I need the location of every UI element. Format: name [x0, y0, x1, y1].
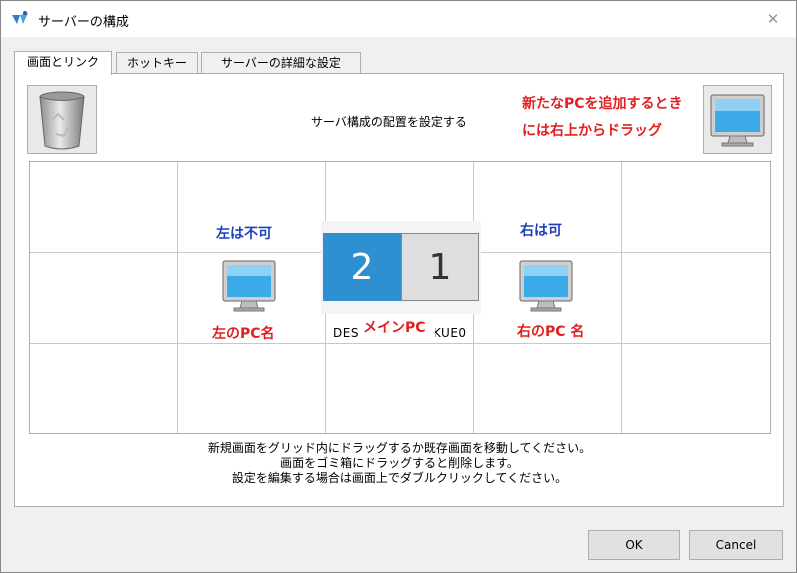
window-title: サーバーの構成 [38, 15, 129, 30]
network-app-icon [12, 11, 28, 24]
left-pc-monitor-icon[interactable] [220, 258, 278, 316]
annotation-right-allowed: 右は可 [520, 223, 562, 239]
monitor-icon [710, 94, 765, 147]
screen-number: 2 [350, 246, 374, 288]
screen-1[interactable]: 1 [401, 233, 479, 301]
tab-label: ホットキー [126, 56, 187, 70]
trash-button[interactable] [27, 85, 97, 154]
tab-screens-and-links[interactable]: 画面とリンク [14, 51, 112, 75]
ok-button-label: OK [625, 538, 643, 552]
close-button[interactable]: ✕ [750, 1, 796, 37]
title-bar[interactable]: サーバーの構成 ✕ [1, 1, 796, 37]
tab-hotkeys[interactable]: ホットキー [116, 52, 198, 74]
cancel-button-label: Cancel [715, 538, 757, 552]
annotation-main-pc: メインPC [363, 320, 426, 336]
close-icon: ✕ [766, 10, 780, 28]
screen-number: 1 [428, 246, 452, 288]
annotation-add-line1: 新たなPCを追加するとき [522, 96, 683, 112]
grid-line [30, 343, 770, 344]
server-config-window: サーバーの構成 ✕ 画面とリンク ホットキー サーバーの詳細な設定 サーバ構成の… [0, 0, 797, 573]
annotation-left-disallowed: 左は不可 [216, 226, 272, 242]
grid-line [621, 162, 622, 433]
cancel-button[interactable]: Cancel [689, 530, 783, 560]
add-pc-source[interactable] [703, 85, 772, 154]
main-pc-name-suffix: KUE0 [433, 326, 467, 340]
annotation-right-pc-name: 右のPC 名 [517, 324, 585, 340]
main-pc-name-prefix: DES [333, 326, 359, 340]
help-line-1: 新規画面をグリッド内にドラッグするか既存画面を移動してください。 [207, 441, 592, 455]
help-line-3: 設定を編集する場合は画面上でダブルクリックしてください。 [231, 471, 568, 485]
annotation-add-line2: には右上からドラッグ [522, 123, 662, 139]
ok-button[interactable]: OK [588, 530, 680, 560]
tab-label: 画面とリンク [26, 55, 99, 69]
screen-2[interactable]: 2 [323, 233, 401, 301]
grid-line [177, 162, 178, 433]
annotation-left-pc-name: 左のPC名 [212, 326, 275, 342]
main-pc-screens[interactable]: 2 1 [321, 221, 481, 314]
recycle-bin-icon [39, 91, 85, 150]
add-pc-annotation: 新たなPCを追加するとき には右上からドラッグ [520, 88, 697, 146]
tab-label: サーバーの詳細な設定 [221, 56, 341, 70]
help-line-2: 画面をゴミ箱にドラッグすると削除します。 [280, 456, 519, 470]
right-pc-monitor-icon[interactable] [517, 258, 575, 316]
tab-advanced-server-settings[interactable]: サーバーの詳細な設定 [201, 52, 361, 74]
config-description: サーバ構成の配置を設定する [311, 115, 467, 129]
